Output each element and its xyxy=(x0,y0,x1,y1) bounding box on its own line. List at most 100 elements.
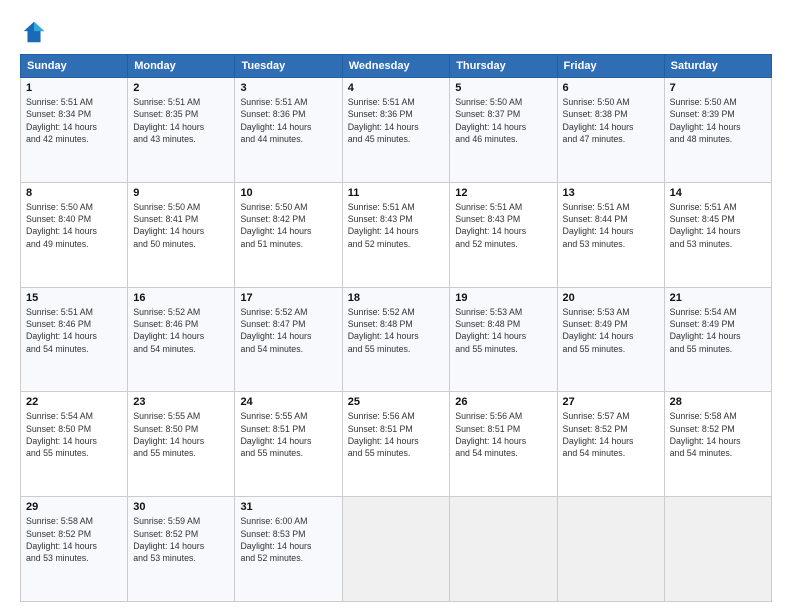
day-cell: 6Sunrise: 5:50 AM Sunset: 8:38 PM Daylig… xyxy=(557,78,664,183)
day-info: Sunrise: 5:52 AM Sunset: 8:46 PM Dayligh… xyxy=(133,306,229,355)
day-cell: 9 Sunrise: 5:50 AM Sunset: 8:41 PM Daylig… xyxy=(128,182,235,287)
day-info: Sunrise: 5:50 AM Sunset: 8:40 PM Dayligh… xyxy=(26,201,122,250)
day-info: Sunrise: 5:51 AM Sunset: 8:34 PM Dayligh… xyxy=(26,96,122,145)
day-cell: 29 Sunrise: 5:58 AM Sunset: 8:52 PM Dayli… xyxy=(21,497,128,602)
day-cell: 20 Sunrise: 5:53 AM Sunset: 8:49 PM Dayli… xyxy=(557,287,664,392)
day-info: Sunrise: 5:54 AM Sunset: 8:50 PM Dayligh… xyxy=(26,410,122,459)
weekday-sunday: Sunday xyxy=(21,55,128,78)
day-info: Sunrise: 5:51 AM Sunset: 8:43 PM Dayligh… xyxy=(348,201,445,250)
day-info: Sunrise: 5:53 AM Sunset: 8:48 PM Dayligh… xyxy=(455,306,551,355)
day-cell: 25Sunrise: 5:56 AM Sunset: 8:51 PM Dayli… xyxy=(342,392,450,497)
day-number: 22 xyxy=(26,396,122,408)
day-cell: 7Sunrise: 5:50 AM Sunset: 8:39 PM Daylig… xyxy=(664,78,771,183)
day-info: Sunrise: 5:56 AM Sunset: 8:51 PM Dayligh… xyxy=(455,410,551,459)
day-cell xyxy=(342,497,450,602)
day-info: Sunrise: 5:50 AM Sunset: 8:39 PM Dayligh… xyxy=(670,96,766,145)
day-info: Sunrise: 5:51 AM Sunset: 8:45 PM Dayligh… xyxy=(670,201,766,250)
day-cell: 28 Sunrise: 5:58 AM Sunset: 8:52 PM Dayli… xyxy=(664,392,771,497)
day-info: Sunrise: 5:50 AM Sunset: 8:38 PM Dayligh… xyxy=(563,96,659,145)
day-cell: 26 Sunrise: 5:56 AM Sunset: 8:51 PM Dayli… xyxy=(450,392,557,497)
day-info: Sunrise: 5:50 AM Sunset: 8:37 PM Dayligh… xyxy=(455,96,551,145)
day-cell xyxy=(450,497,557,602)
day-number: 30 xyxy=(133,501,229,513)
day-cell: 22 Sunrise: 5:54 AM Sunset: 8:50 PM Dayli… xyxy=(21,392,128,497)
day-cell: 30Sunrise: 5:59 AM Sunset: 8:52 PM Dayli… xyxy=(128,497,235,602)
day-info: Sunrise: 5:55 AM Sunset: 8:50 PM Dayligh… xyxy=(133,410,229,459)
day-info: Sunrise: 5:51 AM Sunset: 8:35 PM Dayligh… xyxy=(133,96,229,145)
day-cell: 11 Sunrise: 5:51 AM Sunset: 8:43 PM Dayli… xyxy=(342,182,450,287)
day-number: 17 xyxy=(240,292,336,304)
weekday-monday: Monday xyxy=(128,55,235,78)
day-cell: 14Sunrise: 5:51 AM Sunset: 8:45 PM Dayli… xyxy=(664,182,771,287)
day-number: 23 xyxy=(133,396,229,408)
day-info: Sunrise: 5:51 AM Sunset: 8:46 PM Dayligh… xyxy=(26,306,122,355)
day-number: 16 xyxy=(133,292,229,304)
week-row-3: 15 Sunrise: 5:51 AM Sunset: 8:46 PM Dayli… xyxy=(21,287,772,392)
week-row-5: 29 Sunrise: 5:58 AM Sunset: 8:52 PM Dayli… xyxy=(21,497,772,602)
day-info: Sunrise: 5:52 AM Sunset: 8:47 PM Dayligh… xyxy=(240,306,336,355)
day-number: 20 xyxy=(563,292,659,304)
day-cell: 18Sunrise: 5:52 AM Sunset: 8:48 PM Dayli… xyxy=(342,287,450,392)
day-info: Sunrise: 5:51 AM Sunset: 8:43 PM Dayligh… xyxy=(455,201,551,250)
day-info: Sunrise: 5:50 AM Sunset: 8:41 PM Dayligh… xyxy=(133,201,229,250)
weekday-friday: Friday xyxy=(557,55,664,78)
day-number: 11 xyxy=(348,187,445,199)
day-info: Sunrise: 5:56 AM Sunset: 8:51 PM Dayligh… xyxy=(348,410,445,459)
day-number: 8 xyxy=(26,187,122,199)
day-cell: 16 Sunrise: 5:52 AM Sunset: 8:46 PM Dayli… xyxy=(128,287,235,392)
day-number: 28 xyxy=(670,396,766,408)
day-number: 19 xyxy=(455,292,551,304)
calendar-page: SundayMondayTuesdayWednesdayThursdayFrid… xyxy=(0,0,792,612)
day-cell xyxy=(664,497,771,602)
logo xyxy=(20,18,52,46)
day-cell: 3 Sunrise: 5:51 AM Sunset: 8:36 PM Daylig… xyxy=(235,78,342,183)
day-cell: 15 Sunrise: 5:51 AM Sunset: 8:46 PM Dayli… xyxy=(21,287,128,392)
day-number: 12 xyxy=(455,187,551,199)
week-row-2: 8 Sunrise: 5:50 AM Sunset: 8:40 PM Daylig… xyxy=(21,182,772,287)
day-number: 5 xyxy=(455,82,551,94)
day-info: Sunrise: 5:51 AM Sunset: 8:44 PM Dayligh… xyxy=(563,201,659,250)
week-row-1: 1Sunrise: 5:51 AM Sunset: 8:34 PM Daylig… xyxy=(21,78,772,183)
day-cell: 23 Sunrise: 5:55 AM Sunset: 8:50 PM Dayli… xyxy=(128,392,235,497)
calendar-table: SundayMondayTuesdayWednesdayThursdayFrid… xyxy=(20,54,772,602)
day-number: 9 xyxy=(133,187,229,199)
day-cell: 21Sunrise: 5:54 AM Sunset: 8:49 PM Dayli… xyxy=(664,287,771,392)
day-cell: 17 Sunrise: 5:52 AM Sunset: 8:47 PM Dayli… xyxy=(235,287,342,392)
weekday-saturday: Saturday xyxy=(664,55,771,78)
day-cell: 12 Sunrise: 5:51 AM Sunset: 8:43 PM Dayli… xyxy=(450,182,557,287)
day-info: Sunrise: 5:55 AM Sunset: 8:51 PM Dayligh… xyxy=(240,410,336,459)
day-cell xyxy=(557,497,664,602)
day-number: 29 xyxy=(26,501,122,513)
day-cell: 10Sunrise: 5:50 AM Sunset: 8:42 PM Dayli… xyxy=(235,182,342,287)
weekday-tuesday: Tuesday xyxy=(235,55,342,78)
weekday-thursday: Thursday xyxy=(450,55,557,78)
day-number: 24 xyxy=(240,396,336,408)
day-number: 3 xyxy=(240,82,336,94)
day-cell: 13Sunrise: 5:51 AM Sunset: 8:44 PM Dayli… xyxy=(557,182,664,287)
day-cell: 27 Sunrise: 5:57 AM Sunset: 8:52 PM Dayli… xyxy=(557,392,664,497)
day-cell: 4 Sunrise: 5:51 AM Sunset: 8:36 PM Daylig… xyxy=(342,78,450,183)
day-number: 27 xyxy=(563,396,659,408)
day-cell: 8 Sunrise: 5:50 AM Sunset: 8:40 PM Daylig… xyxy=(21,182,128,287)
day-number: 31 xyxy=(240,501,336,513)
day-info: Sunrise: 5:51 AM Sunset: 8:36 PM Dayligh… xyxy=(348,96,445,145)
day-info: Sunrise: 5:58 AM Sunset: 8:52 PM Dayligh… xyxy=(670,410,766,459)
logo-icon xyxy=(20,18,48,46)
weekday-wednesday: Wednesday xyxy=(342,55,450,78)
day-cell: 31Sunrise: 6:00 AM Sunset: 8:53 PM Dayli… xyxy=(235,497,342,602)
day-info: Sunrise: 5:54 AM Sunset: 8:49 PM Dayligh… xyxy=(670,306,766,355)
day-info: Sunrise: 5:52 AM Sunset: 8:48 PM Dayligh… xyxy=(348,306,445,355)
day-number: 4 xyxy=(348,82,445,94)
day-cell: 24 Sunrise: 5:55 AM Sunset: 8:51 PM Dayli… xyxy=(235,392,342,497)
day-info: Sunrise: 5:58 AM Sunset: 8:52 PM Dayligh… xyxy=(26,515,122,564)
day-number: 26 xyxy=(455,396,551,408)
day-number: 15 xyxy=(26,292,122,304)
week-row-4: 22 Sunrise: 5:54 AM Sunset: 8:50 PM Dayli… xyxy=(21,392,772,497)
day-cell: 19 Sunrise: 5:53 AM Sunset: 8:48 PM Dayli… xyxy=(450,287,557,392)
header xyxy=(20,18,772,46)
day-info: Sunrise: 5:51 AM Sunset: 8:36 PM Dayligh… xyxy=(240,96,336,145)
calendar-body: 1Sunrise: 5:51 AM Sunset: 8:34 PM Daylig… xyxy=(21,78,772,602)
day-number: 10 xyxy=(240,187,336,199)
day-info: Sunrise: 5:53 AM Sunset: 8:49 PM Dayligh… xyxy=(563,306,659,355)
day-info: Sunrise: 5:57 AM Sunset: 8:52 PM Dayligh… xyxy=(563,410,659,459)
